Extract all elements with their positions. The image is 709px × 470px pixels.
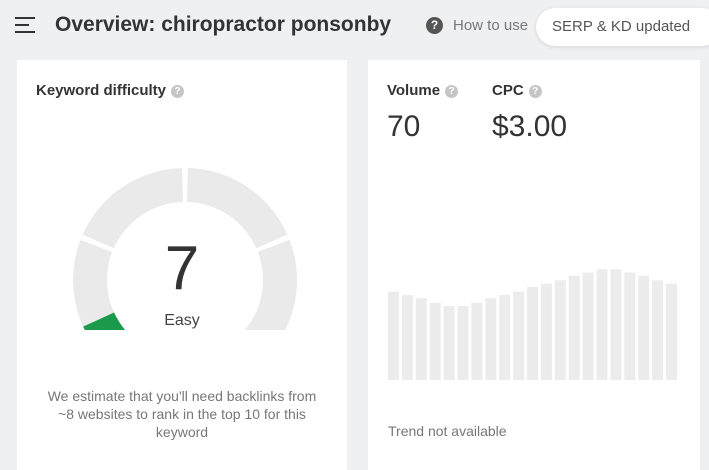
trend-not-available-text: Trend not available <box>388 423 507 439</box>
trend-bar <box>471 303 482 380</box>
kd-estimate-text: We estimate that you'll need backlinks f… <box>42 387 322 441</box>
cpc-value: $3.00 <box>492 110 567 144</box>
trend-bar <box>610 269 621 380</box>
trend-bar <box>485 298 496 380</box>
how-to-use-link[interactable]: How to use <box>453 17 537 34</box>
kd-help-icon[interactable]: ? <box>171 85 184 98</box>
trend-bar <box>652 280 663 380</box>
cpc-title: CPC? <box>492 82 542 99</box>
volume-value: 70 <box>387 110 420 144</box>
hamburger-menu-icon[interactable] <box>15 17 35 33</box>
trend-bar <box>666 284 677 380</box>
cpc-help-icon[interactable]: ? <box>529 85 542 98</box>
trend-bar <box>388 292 399 381</box>
trend-bar <box>638 276 649 380</box>
keyword-difficulty-title: Keyword difficulty? <box>36 82 184 99</box>
volume-title: Volume? <box>387 82 458 99</box>
serp-kd-updated-badge[interactable]: SERP & KD updated <box>536 8 709 46</box>
trend-bar <box>624 273 635 381</box>
trend-bar <box>527 287 538 380</box>
trend-bar <box>513 292 524 381</box>
gauge-track-segment <box>187 168 287 248</box>
page-title: Overview: chiropractor ponsonby <box>55 13 391 37</box>
trend-bar <box>458 306 469 380</box>
trend-bar <box>430 303 441 380</box>
trend-chart <box>388 265 680 380</box>
kd-score: 7 <box>17 238 347 300</box>
trend-bar <box>416 298 427 380</box>
volume-cpc-card: Volume? CPC? 70 $3.00 Trend not availabl… <box>368 60 700 470</box>
trend-bar <box>541 284 552 380</box>
trend-bar <box>569 276 580 380</box>
keyword-difficulty-card: Keyword difficulty? 7 Easy We estimate t… <box>17 60 347 470</box>
top-bar: Overview: chiropractor ponsonby ? How to… <box>0 0 709 56</box>
help-icon[interactable]: ? <box>426 17 443 34</box>
volume-help-icon[interactable]: ? <box>445 85 458 98</box>
keyword-difficulty-label: Keyword difficulty <box>36 82 166 99</box>
trend-bar <box>597 269 608 380</box>
volume-label: Volume <box>387 82 440 99</box>
trend-bar <box>555 280 566 380</box>
cpc-label: CPC <box>492 82 524 99</box>
trend-bar <box>444 306 455 380</box>
kd-level-label: Easy <box>17 312 347 330</box>
trend-bar <box>402 295 413 380</box>
trend-bar <box>499 295 510 380</box>
trend-bar <box>583 273 594 381</box>
